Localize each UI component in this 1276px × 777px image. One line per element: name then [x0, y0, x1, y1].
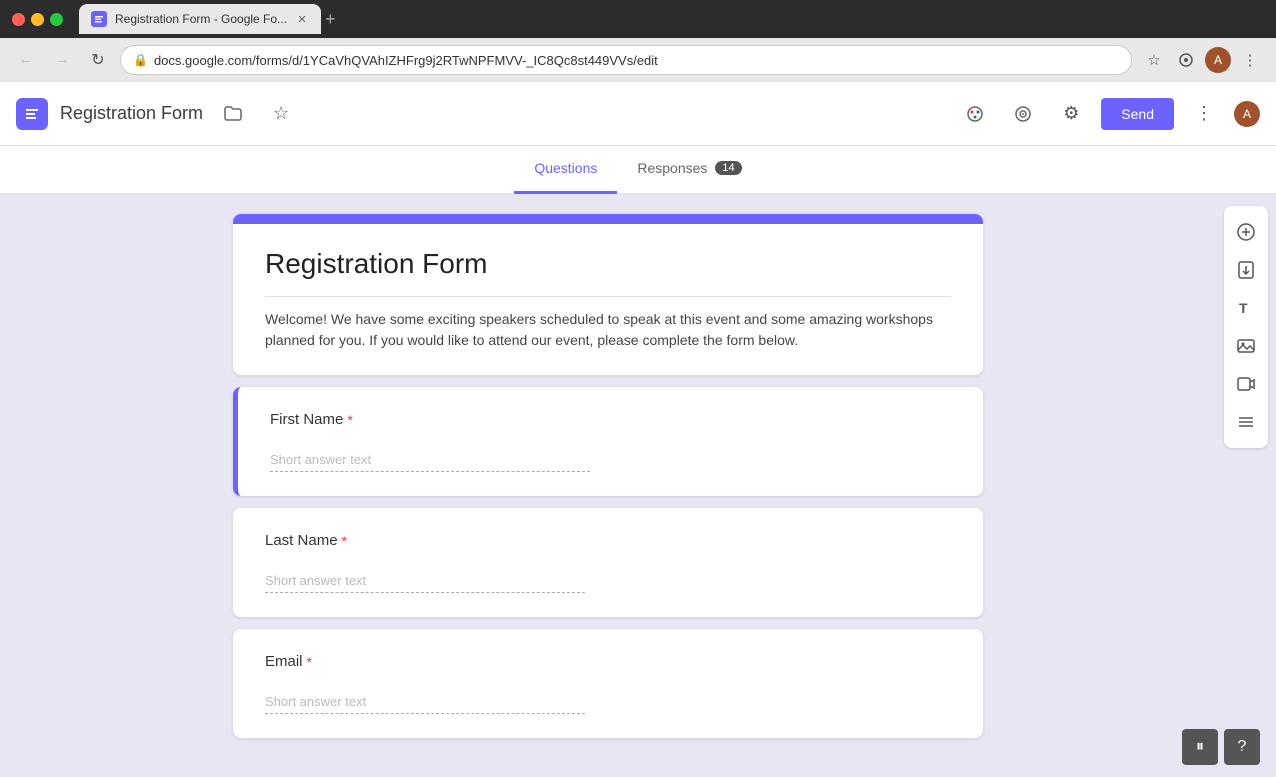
email-label: Email *: [265, 653, 951, 670]
back-button[interactable]: ←: [12, 46, 40, 74]
first-name-input[interactable]: [270, 448, 590, 472]
profile-icon[interactable]: A: [1204, 46, 1232, 74]
send-button[interactable]: Send: [1101, 98, 1174, 130]
form-area: Registration Form Welcome! We have some …: [0, 194, 1216, 777]
menu-icon[interactable]: ⋮: [1236, 46, 1264, 74]
tab-responses[interactable]: Responses 14: [617, 146, 761, 194]
last-name-input[interactable]: [265, 569, 585, 593]
sidebar-tools: T: [1216, 194, 1276, 777]
new-tab-button[interactable]: +: [325, 9, 336, 30]
forward-button[interactable]: →: [48, 46, 76, 74]
app-title: Registration Form: [60, 103, 203, 124]
url-text: docs.google.com/forms/d/1YCaVhQVAhIZHFrg…: [154, 53, 658, 68]
add-section-button[interactable]: [1228, 404, 1264, 440]
url-bar[interactable]: 🔒 docs.google.com/forms/d/1YCaVhQVAhIZHF…: [120, 45, 1132, 75]
help-button[interactable]: ?: [1224, 729, 1260, 765]
tab-close-icon[interactable]: ✕: [295, 12, 309, 26]
navigation-bar: ← → ↻ 🔒 docs.google.com/forms/d/1YCaVhQV…: [0, 38, 1276, 82]
import-questions-button[interactable]: [1228, 252, 1264, 288]
first-name-label: First Name *: [270, 411, 951, 428]
lock-icon: 🔒: [133, 53, 148, 67]
traffic-lights: [12, 13, 63, 26]
main-content: Registration Form Welcome! We have some …: [0, 194, 1276, 777]
email-inner: Email *: [233, 629, 983, 738]
svg-text:T: T: [1239, 300, 1248, 316]
bottom-bar: ⏸ ?: [1182, 729, 1260, 765]
responses-badge: 14: [715, 161, 741, 175]
minimize-button[interactable]: [31, 13, 44, 26]
add-title-button[interactable]: T: [1228, 290, 1264, 326]
user-avatar-header[interactable]: A: [1234, 101, 1260, 127]
app-header: Registration Form ☆ ⚙ Send ⋮ A: [0, 82, 1276, 146]
form-header-card: Registration Form Welcome! We have some …: [233, 214, 983, 375]
last-name-inner: Last Name *: [233, 508, 983, 617]
palette-icon[interactable]: [957, 96, 993, 132]
tab-bar: Registration Form - Google Fo... ✕ +: [79, 4, 1264, 34]
last-name-label: Last Name *: [265, 532, 951, 549]
first-name-inner: First Name *: [238, 387, 983, 496]
active-tab[interactable]: Registration Form - Google Fo... ✕: [79, 4, 321, 34]
add-question-button[interactable]: [1228, 214, 1264, 250]
settings-icon[interactable]: ⚙: [1053, 96, 1089, 132]
form-description: Welcome! We have some exciting speakers …: [265, 309, 951, 351]
email-card: Email *: [233, 629, 983, 738]
pause-button[interactable]: ⏸: [1182, 729, 1218, 765]
more-options-icon[interactable]: ⋮: [1186, 96, 1222, 132]
extensions-icon[interactable]: [1172, 46, 1200, 74]
preview-icon[interactable]: [1005, 96, 1041, 132]
reload-button[interactable]: ↻: [84, 46, 112, 74]
star-icon[interactable]: ☆: [263, 96, 299, 132]
maximize-button[interactable]: [50, 13, 63, 26]
required-star-last: *: [342, 533, 347, 549]
form-tabs-bar: Questions Responses 14: [0, 146, 1276, 194]
tab-questions[interactable]: Questions: [514, 146, 617, 194]
bookmark-icon[interactable]: ☆: [1140, 46, 1168, 74]
form-title: Registration Form: [265, 248, 951, 280]
folder-icon[interactable]: [215, 96, 251, 132]
tool-card: T: [1224, 206, 1268, 448]
tab-title: Registration Form - Google Fo...: [115, 12, 287, 26]
last-name-card: Last Name *: [233, 508, 983, 617]
app-logo: [16, 98, 48, 130]
title-bar: Registration Form - Google Fo... ✕ +: [0, 0, 1276, 38]
required-star-email: *: [307, 654, 312, 670]
first-name-card: First Name *: [233, 387, 983, 496]
user-avatar: A: [1205, 47, 1231, 73]
email-input[interactable]: [265, 690, 585, 714]
tab-favicon: [91, 11, 107, 27]
close-button[interactable]: [12, 13, 25, 26]
form-header-inner: Registration Form Welcome! We have some …: [233, 224, 983, 375]
form-divider: [265, 296, 951, 297]
add-video-button[interactable]: [1228, 366, 1264, 402]
required-star-first: *: [347, 412, 352, 428]
nav-icons: ☆ A ⋮: [1140, 46, 1264, 74]
add-image-button[interactable]: [1228, 328, 1264, 364]
